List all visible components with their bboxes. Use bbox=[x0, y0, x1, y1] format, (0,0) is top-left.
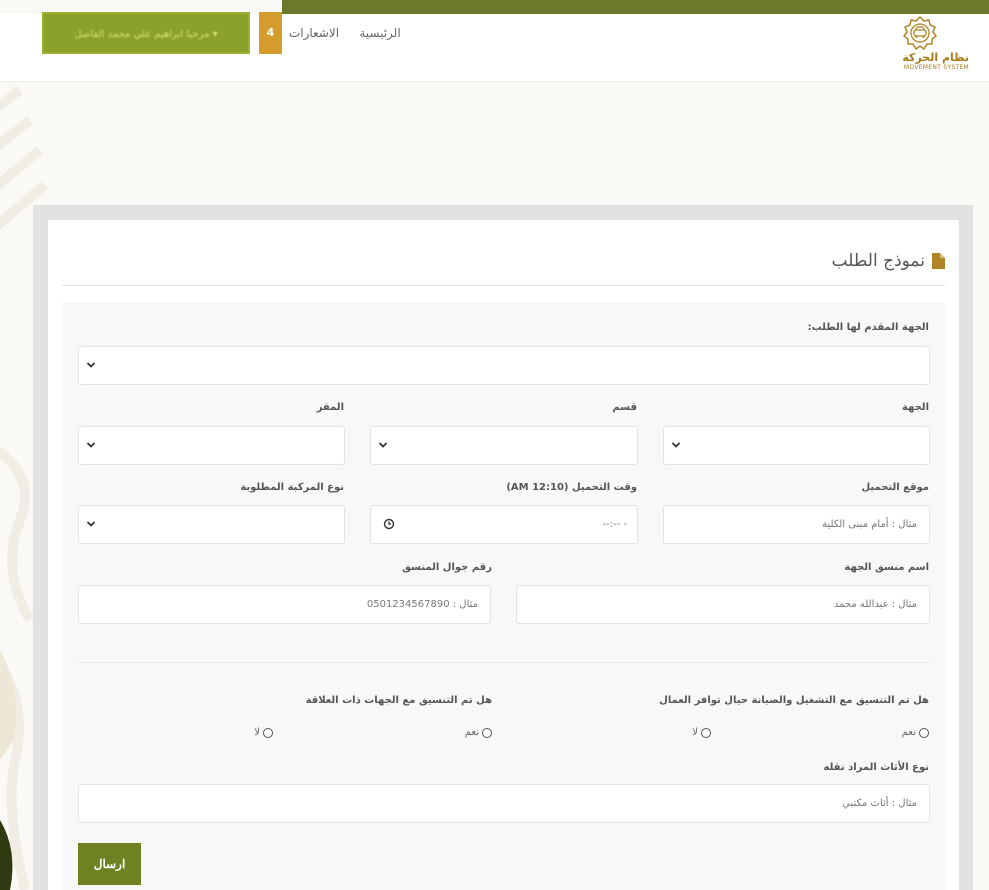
pickup-time-label: وقت التحميل (AM 12:10) bbox=[506, 482, 637, 493]
coordinator-name-placeholder: مثال : عبدالله محمد bbox=[833, 599, 917, 610]
headquarters-select[interactable] bbox=[78, 426, 345, 465]
top-navbar: نظام الحركة MOVEMENT SYSTEM الرئيسية الا… bbox=[0, 12, 989, 82]
entity-select[interactable] bbox=[663, 426, 930, 465]
furniture-type-placeholder: مثال : أثاث مكتبي bbox=[842, 798, 917, 809]
pickup-location-input[interactable]: مثال : أمام مبنى الكلية bbox=[663, 505, 930, 544]
radio-label-yes: نعم bbox=[464, 727, 479, 738]
q-related-yes-radio[interactable]: نعم bbox=[465, 727, 492, 738]
chevron-down-icon bbox=[86, 521, 96, 527]
coordinator-phone-label: رقم جوال المنسق bbox=[402, 562, 492, 573]
notifications-count-badge[interactable]: 4 bbox=[259, 12, 282, 54]
radio-label-yes: نعم bbox=[901, 727, 916, 738]
chevron-down-icon bbox=[378, 442, 388, 448]
radio-circle[interactable] bbox=[701, 727, 711, 738]
department-select[interactable] bbox=[370, 426, 638, 465]
furniture-type-input[interactable]: مثال : أثاث مكتبي bbox=[78, 784, 930, 823]
target-entity-select[interactable] bbox=[78, 346, 930, 385]
q-related-no-radio[interactable]: لا bbox=[254, 727, 273, 738]
pickup-time-placeholder: --:-- - bbox=[602, 519, 627, 530]
user-menu-dropdown[interactable]: مرحبا ابراهيم علي محمد الفاضل ▾ bbox=[42, 12, 250, 54]
card-title-text: نموذج الطلب bbox=[831, 251, 925, 271]
radio-label-no: لا bbox=[254, 727, 260, 738]
vehicle-type-label: نوع المركبة المطلوبة bbox=[240, 482, 344, 493]
q-maintenance-label: هل تم التنسيق مع التشغيل والصيانة حيال ت… bbox=[659, 695, 929, 706]
logo-text-en: MOVEMENT SYSTEM bbox=[903, 64, 969, 71]
coordinator-phone-placeholder: مثال : 0501234567890 bbox=[366, 599, 478, 610]
radio-circle[interactable] bbox=[263, 727, 273, 738]
logo[interactable]: نظام الحركة MOVEMENT SYSTEM bbox=[865, 14, 975, 80]
coordinator-name-input[interactable]: مثال : عبدالله محمد bbox=[516, 585, 930, 624]
radio-circle[interactable] bbox=[919, 727, 929, 738]
clock-icon[interactable] bbox=[383, 518, 395, 530]
q-maintenance-no-radio[interactable]: لا bbox=[692, 727, 711, 738]
chevron-down-icon bbox=[86, 362, 96, 368]
coordinator-phone-input[interactable]: مثال : 0501234567890 bbox=[78, 585, 491, 624]
car-emblem-icon bbox=[902, 16, 938, 51]
radio-label-no: لا bbox=[692, 727, 698, 738]
pickup-location-label: موقع التحميل bbox=[861, 482, 929, 493]
coordinator-name-label: اسم منسق الجهة bbox=[844, 562, 929, 573]
file-icon bbox=[932, 253, 945, 269]
entity-label: الجهة bbox=[901, 402, 929, 413]
q-related-label: هل تم التنسيق مع الجهات ذات العلاقة bbox=[305, 695, 492, 706]
submit-button[interactable]: ارسال bbox=[78, 843, 141, 885]
target-entity-label: الجهة المقدم لها الطلب: bbox=[807, 322, 929, 333]
radio-circle[interactable] bbox=[482, 727, 492, 738]
chevron-down-icon bbox=[86, 442, 96, 448]
card-title: نموذج الطلب bbox=[832, 251, 945, 271]
section-divider bbox=[78, 662, 930, 663]
vehicle-type-select[interactable] bbox=[78, 505, 345, 544]
chevron-down-icon bbox=[671, 442, 681, 448]
pickup-location-placeholder: مثال : أمام مبنى الكلية bbox=[822, 519, 917, 530]
title-divider bbox=[62, 285, 945, 286]
headquarters-label: المقر bbox=[316, 402, 344, 413]
logo-text-ar: نظام الحركة bbox=[902, 51, 969, 64]
user-greeting: مرحبا ابراهيم علي محمد الفاضل ▾ bbox=[74, 29, 218, 40]
nav-home-link[interactable]: الرئيسية bbox=[346, 12, 414, 54]
nav-notifications-link[interactable]: الاشعارات bbox=[286, 12, 342, 54]
department-label: قسم bbox=[612, 402, 637, 413]
q-maintenance-yes-radio[interactable]: نعم bbox=[902, 727, 929, 738]
furniture-type-label: نوع الأثاث المراد نقله bbox=[823, 762, 930, 773]
pickup-time-input[interactable]: --:-- - bbox=[370, 505, 638, 544]
